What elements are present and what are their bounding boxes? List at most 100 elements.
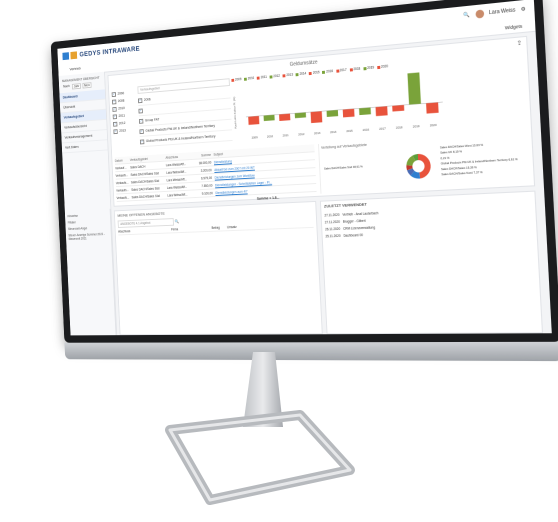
screen: GEDYS INTRAWARE 🔍 Lara Weiss ⚙ Vertrieb … <box>57 0 551 335</box>
legend-item[interactable]: 2019 <box>363 65 374 70</box>
checkbox[interactable]: ✓ <box>112 99 116 104</box>
search-icon[interactable]: 🔍 <box>463 12 470 19</box>
legend-swatch <box>363 67 366 70</box>
list-item-label: Group FAT <box>145 117 160 123</box>
checkbox[interactable]: ✓ <box>140 139 144 144</box>
col-header[interactable]: Verkaufsgebiet <box>130 155 166 161</box>
legend-label: 2019 <box>367 65 374 70</box>
table-cell: Verkaufs... <box>116 188 131 193</box>
filter-month[interactable]: Mon <box>82 82 91 88</box>
legend-item[interactable]: 2016 <box>322 69 333 74</box>
legend-item[interactable]: 2009 <box>231 77 241 82</box>
search-icon[interactable]: 🔍 <box>175 219 180 224</box>
legend-item[interactable]: 2017 <box>336 68 347 73</box>
bar-2016[interactable] <box>359 108 371 116</box>
hint-line[interactable]: Steuer-Anzeige Sommer 2021 - Steuerzeit … <box>68 230 108 242</box>
table-cell: Lara Weiss/Aff... <box>166 161 192 166</box>
legend-item[interactable]: 2013 <box>283 73 294 78</box>
table-cell: Lara Weiss/Aff... <box>167 192 193 197</box>
bar-2014[interactable] <box>327 110 339 117</box>
export-icon[interactable]: ⇪ <box>516 39 522 47</box>
table-cell: Lara Weiss/Aff... <box>166 169 192 174</box>
checkbox[interactable]: ✓ <box>112 92 116 97</box>
legend-item[interactable]: 2014 <box>296 71 307 76</box>
recent-date: 26.11.2020 <box>325 226 340 231</box>
hints-panel: Hinweise Filialen Steuerzeit-Angel Steue… <box>65 209 117 336</box>
x-tick-label: 2013 <box>314 131 321 136</box>
recent-text[interactable]: Dashboard 00 <box>343 233 363 238</box>
checkbox[interactable]: ✓ <box>113 114 117 119</box>
sidebar-item-vertdaten[interactable]: Vert.Daten <box>62 140 108 153</box>
filter-label: Nach <box>62 84 70 90</box>
legend-swatch <box>349 68 352 71</box>
legend-item[interactable]: 2010 <box>244 76 254 81</box>
legend-item[interactable]: 2018 <box>349 67 360 72</box>
legend-label: 2014 <box>299 71 306 76</box>
col-header[interactable]: Datum <box>115 158 130 163</box>
list-item-label: Global Products Pfd.UK & Ireland/Norther… <box>146 134 216 144</box>
settings-icon[interactable]: ⚙ <box>521 6 526 13</box>
bar-2015[interactable] <box>343 109 355 118</box>
table-cell: Verkaufs... <box>116 180 131 185</box>
bar-2017[interactable] <box>376 106 388 116</box>
checkbox[interactable]: ✓ <box>138 108 142 113</box>
brand-name: GEDYS INTRAWARE <box>79 45 140 58</box>
donut-label: Sales DACH/Sales Süd 48,61 % <box>324 164 364 171</box>
bar-2009[interactable] <box>248 116 259 125</box>
legend-label: 2009 <box>235 77 242 81</box>
deals-table: Datum Verkaufsgebiet Abschluss Summe Sub… <box>115 144 317 207</box>
col-header[interactable]: Abschluss <box>118 229 130 233</box>
table-cell: 38.000,00 <box>192 160 214 165</box>
col-header[interactable]: Abschluss <box>165 154 191 159</box>
table-cell: Verkaufs... <box>115 173 130 178</box>
bar-2018[interactable] <box>392 105 404 112</box>
legend-label: 2010 <box>248 76 255 80</box>
recent-text[interactable]: CRM Lizenzverwaltung <box>343 225 375 230</box>
user-name[interactable]: Lara Weiss <box>489 7 516 16</box>
checkbox[interactable]: ✓ <box>113 121 117 126</box>
checkbox[interactable]: ✓ <box>139 118 143 123</box>
col-header[interactable]: Umsatz <box>227 225 237 229</box>
checkbox[interactable]: ✓ <box>112 106 116 111</box>
legend-label: 2018 <box>353 67 360 72</box>
col-header[interactable]: Firma <box>171 227 178 231</box>
table-cell: Lara Weiss/Aff... <box>167 184 193 189</box>
open-offers-panel: MEINE OFFENEN ANGEBOTE ANGEBOTE 4.1 Ange… <box>114 201 323 335</box>
bar-2020[interactable] <box>426 102 439 113</box>
filter-year[interactable]: Jahr <box>72 83 81 89</box>
legend-item[interactable]: 2015 <box>309 70 320 75</box>
monitor-chin <box>64 342 558 361</box>
avatar[interactable] <box>475 9 484 18</box>
recent-text[interactable]: Vertrieb - Anal Lauterbach <box>342 211 378 217</box>
monitor-bezel: GEDYS INTRAWARE 🔍 Lara Weiss ⚙ Vertrieb … <box>51 0 558 343</box>
legend-item[interactable]: 2012 <box>270 74 280 79</box>
donut-label: Global Products Pfd.UK & Ireland/Norther… <box>441 157 519 166</box>
legend-label: 2016 <box>326 69 333 74</box>
legend-label: 2013 <box>286 73 293 78</box>
year-item[interactable]: ✓ 2013 <box>113 126 137 135</box>
donut-slice[interactable] <box>418 153 431 178</box>
bar-2010[interactable] <box>264 115 275 121</box>
col-header[interactable]: Betrag <box>211 225 220 229</box>
legend-item[interactable]: 2011 <box>257 75 267 80</box>
year-label: 2012 <box>119 121 126 125</box>
legend-swatch <box>377 65 380 68</box>
checkbox[interactable]: ✓ <box>113 129 117 134</box>
recent-text[interactable]: Brugger - Gilbert <box>343 218 366 223</box>
legend-swatch <box>296 73 299 76</box>
col-header[interactable]: Summe <box>191 152 213 157</box>
table-cell: Lara Weiss/Aff... <box>167 177 193 182</box>
bar-2019[interactable] <box>407 72 421 104</box>
x-tick-label: 2010 <box>267 134 274 139</box>
y-axis-label: Kauf-Lohn-Faktor Pl. (%) <box>232 96 237 128</box>
checkbox[interactable]: ✓ <box>138 98 142 103</box>
menu-icon[interactable] <box>62 52 69 60</box>
table-cell: Sales DACH <box>130 163 166 169</box>
bar-2012[interactable] <box>295 112 306 118</box>
widgets-menu[interactable]: Widgets <box>505 23 523 30</box>
bar-2011[interactable] <box>279 114 290 121</box>
donut-label: Sales DACH/Sales 15,39 % <box>441 165 478 171</box>
legend-item[interactable]: 2020 <box>377 64 388 69</box>
bar-2013[interactable] <box>311 111 323 123</box>
checkbox[interactable]: ✓ <box>139 129 143 134</box>
